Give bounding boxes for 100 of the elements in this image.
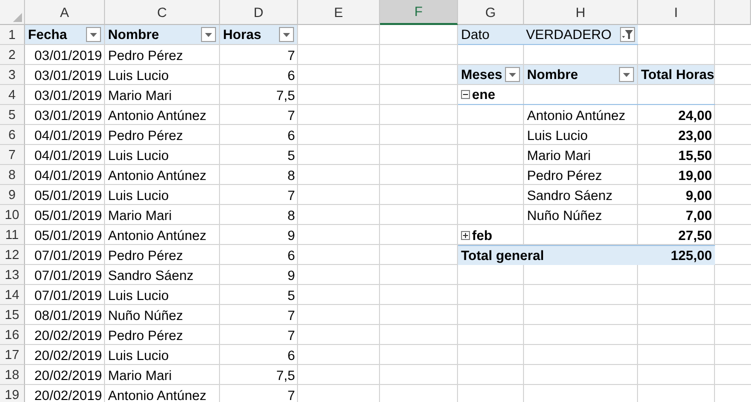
table-cell-text: 5 — [286, 286, 296, 304]
table-cell-text: 7 — [286, 106, 296, 124]
row-number[interactable]: 4 — [0, 85, 25, 105]
column-header: Nombre — [108, 27, 160, 42]
column-header: Horas — [223, 27, 262, 42]
filter-dropdown-button[interactable] — [201, 27, 216, 42]
group-label: ene — [472, 87, 496, 102]
table-cell-text: Luis Lucio — [107, 346, 170, 364]
row-number[interactable]: 3 — [0, 65, 25, 85]
row-number[interactable]: 2 — [0, 45, 25, 65]
table-cell-text: Antonio Antúnez — [107, 386, 208, 402]
filter-dropdown-button[interactable] — [620, 27, 635, 42]
column-letter[interactable]: A — [25, 0, 105, 25]
pivot-cell-text: Luis Lucio — [526, 126, 589, 144]
table-cell-text: 7 — [286, 326, 296, 344]
table-cell-text: Luis Lucio — [107, 66, 170, 84]
row-number[interactable]: 7 — [0, 145, 25, 165]
table-cell-text: Pedro Pérez — [107, 326, 184, 344]
filter-label: Dato — [461, 27, 491, 42]
collapse-icon[interactable] — [461, 90, 470, 99]
row-number[interactable]: 9 — [0, 185, 25, 205]
table-cell-text: Pedro Pérez — [107, 126, 184, 144]
column-header: Fecha — [28, 27, 68, 42]
filter-value: VERDADERO — [526, 27, 613, 42]
table-cell-text: 7 — [286, 46, 296, 64]
table-cell-text: Pedro Pérez — [107, 46, 184, 64]
row-number[interactable]: 6 — [0, 125, 25, 145]
table-cell-text: Luis Lucio — [107, 286, 170, 304]
dropdown-arrow-icon — [283, 32, 290, 36]
corner-triangle-icon — [13, 13, 22, 22]
pivot-cell-text: Antonio Antúnez — [526, 106, 626, 124]
row-number[interactable]: 14 — [0, 285, 25, 305]
row-number[interactable]: 18 — [0, 365, 25, 385]
pivot-header: Meses — [461, 67, 503, 82]
table-cell-text: 05/01/2019 — [33, 186, 103, 204]
pivot-value: 9,00 — [684, 186, 713, 204]
row-number[interactable]: 16 — [0, 325, 25, 345]
filter-dropdown-button[interactable] — [279, 27, 294, 42]
grand-total-value: 125,00 — [670, 248, 712, 263]
column-letter[interactable]: D — [220, 0, 298, 25]
expand-icon[interactable] — [461, 230, 470, 240]
pivot-cell-text: Sandro Sáenz — [526, 186, 614, 204]
table-cell-text: 08/01/2019 — [33, 306, 103, 324]
row-number[interactable]: 15 — [0, 305, 25, 325]
table-cell-text: 04/01/2019 — [33, 146, 103, 164]
table-cell-text: 03/01/2019 — [33, 66, 103, 84]
table-cell-text: 07/01/2019 — [33, 266, 103, 284]
table-cell-text: 6 — [286, 66, 296, 84]
group-total: 27,50 — [678, 228, 712, 242]
table-cell-text: 7 — [286, 386, 296, 402]
dropdown-arrow-icon — [90, 32, 97, 36]
row-number[interactable]: 17 — [0, 345, 25, 365]
column-letter[interactable]: C — [105, 0, 220, 25]
row-number[interactable]: 8 — [0, 165, 25, 185]
row-number[interactable]: 1 — [0, 25, 25, 45]
table-cell-text: Luis Lucio — [107, 186, 170, 204]
filter-icon — [622, 30, 633, 39]
table-cell-text: Antonio Antúnez — [107, 226, 208, 244]
table-cell-text: 6 — [286, 346, 296, 364]
row-number[interactable]: 13 — [0, 265, 25, 285]
table-cell-text: 7,5 — [275, 86, 296, 104]
table-cell-text: 05/01/2019 — [33, 206, 103, 224]
row-number[interactable]: 11 — [0, 225, 25, 245]
filter-dropdown-button[interactable] — [619, 67, 634, 82]
dropdown-arrow-icon — [205, 32, 212, 36]
pivot-value: 23,00 — [677, 126, 713, 144]
column-letter[interactable]: H — [524, 0, 638, 25]
pivot-header: Nombre — [527, 67, 580, 82]
column-letter[interactable]: G — [458, 0, 524, 25]
table-cell-text: 03/01/2019 — [33, 46, 103, 64]
table-cell-text: 6 — [286, 126, 296, 144]
table-cell-text: 07/01/2019 — [33, 286, 103, 304]
table-cell-text: Luis Lucio — [107, 146, 170, 164]
row-number[interactable]: 12 — [0, 245, 25, 265]
column-letter[interactable]: E — [298, 0, 380, 25]
table-cell-text: Mario Mari — [107, 86, 173, 104]
pivot-value: 15,50 — [677, 146, 713, 164]
table-cell-text: 7 — [286, 186, 296, 204]
column-letter[interactable]: F — [380, 0, 458, 25]
grand-total-label: Total general — [461, 248, 546, 263]
table-cell-text: 20/02/2019 — [33, 366, 103, 384]
dropdown-arrow-icon — [509, 72, 516, 76]
table-cell-text: 5 — [286, 146, 296, 164]
table-cell-text: 8 — [286, 206, 296, 224]
table-cell-text: 8 — [286, 166, 296, 184]
filter-dropdown-button[interactable] — [86, 27, 101, 42]
row-number[interactable]: 5 — [0, 105, 25, 125]
row-number[interactable]: 19 — [0, 385, 25, 402]
table-cell-text: 9 — [286, 226, 296, 244]
filter-dropdown-button[interactable] — [505, 67, 520, 82]
table-cell-text: Nuño Núñez — [107, 306, 184, 324]
table-cell-text: Antonio Antúnez — [107, 166, 208, 184]
row-number[interactable]: 10 — [0, 205, 25, 225]
table-cell-text: 20/02/2019 — [33, 386, 103, 402]
table-cell-text: 20/02/2019 — [33, 346, 103, 364]
pivot-value: 7,00 — [684, 206, 713, 224]
table-cell-text: 03/01/2019 — [33, 86, 103, 104]
table-cell-text: 04/01/2019 — [33, 166, 103, 184]
column-letter[interactable]: I — [638, 0, 715, 25]
table-cell-text: 04/01/2019 — [33, 126, 103, 144]
